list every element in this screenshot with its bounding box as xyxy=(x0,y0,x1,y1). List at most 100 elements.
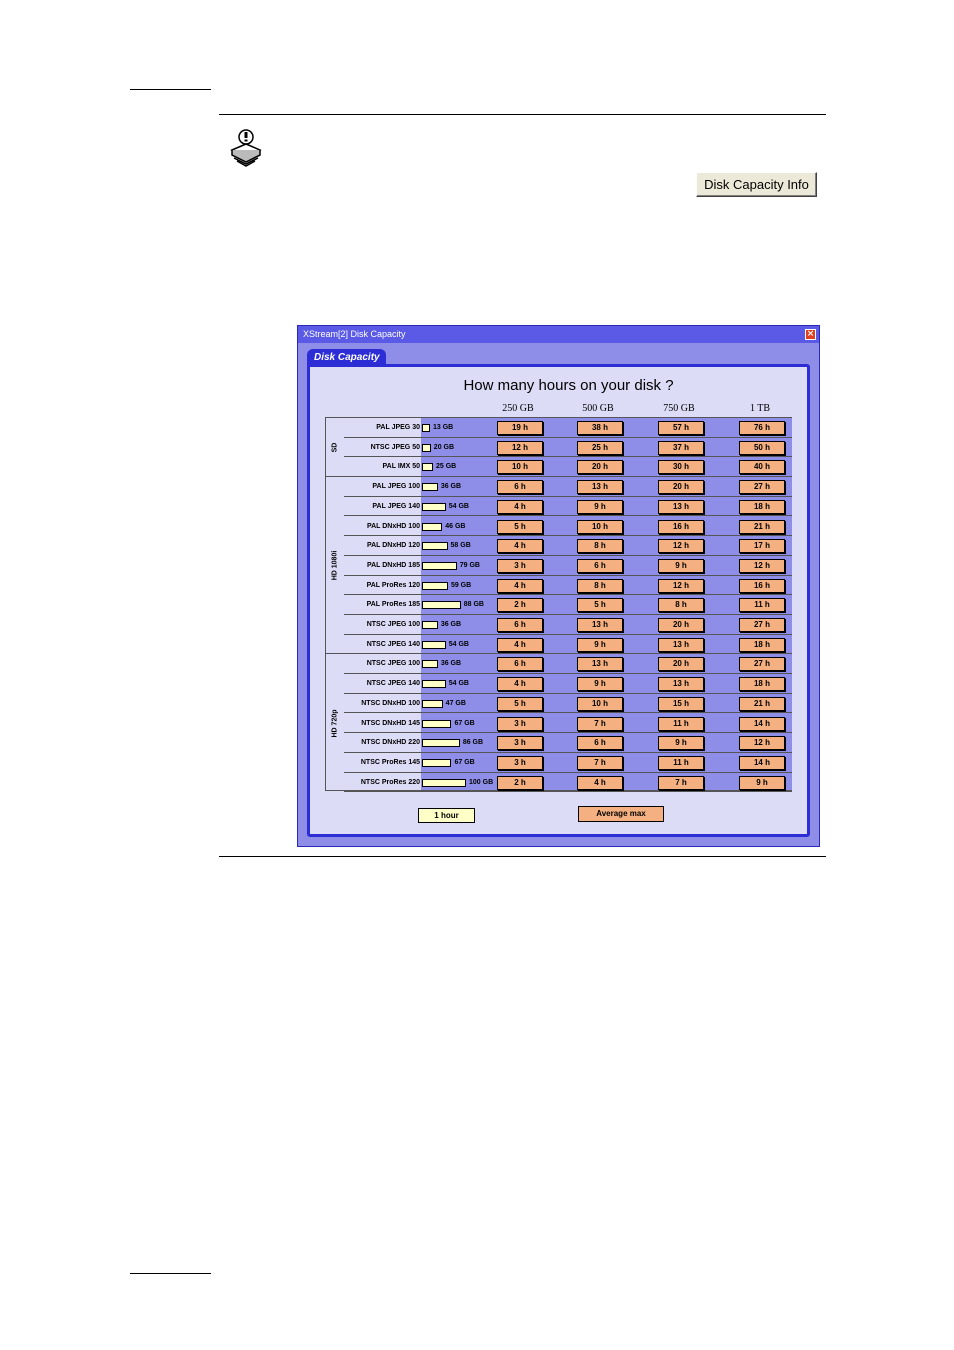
column-header-750gb: 750 GB xyxy=(663,403,695,414)
table-row: PAL DNxHD 100 46 GB 5 h 10 h 16 h 21 h xyxy=(344,517,792,537)
size-label: 25 GB xyxy=(436,463,457,471)
hours-cell: 18 h xyxy=(739,499,785,514)
size-bar xyxy=(422,443,431,452)
hours-cell: 50 h xyxy=(739,440,785,455)
size-label: 47 GB xyxy=(445,699,466,707)
hours-cell: 8 h xyxy=(577,539,623,554)
hours-cell: 13 h xyxy=(658,499,704,514)
size-bar xyxy=(422,621,438,629)
column-header-1tb: 1 TB xyxy=(749,403,771,414)
size-bar xyxy=(422,660,438,669)
note-icon xyxy=(230,129,262,167)
format-label: NTSC DNxHD 220 xyxy=(361,739,420,747)
footer-rule xyxy=(130,1273,211,1274)
size-label: 20 GB xyxy=(433,443,455,451)
size-label: 86 GB xyxy=(462,739,484,747)
disk-capacity-info-button[interactable]: Disk Capacity Info xyxy=(696,172,817,197)
hours-cell: 13 h xyxy=(658,637,704,652)
hours-cell: 4 h xyxy=(497,637,543,652)
group-label-text: HD 720p xyxy=(331,709,339,738)
hours-cell: 38 h xyxy=(577,421,623,435)
hours-cell: 21 h xyxy=(739,519,785,534)
hours-cell: 2 h xyxy=(497,598,543,613)
hours-cell: 13 h xyxy=(577,657,623,672)
hours-cell: 12 h xyxy=(658,539,704,554)
size-bar xyxy=(422,424,430,432)
format-label: PAL JPEG 100 xyxy=(372,483,420,491)
hours-cell: 11 h xyxy=(739,598,785,613)
hours-cell: 21 h xyxy=(739,696,785,711)
group-label: SD xyxy=(326,418,344,477)
format-label: PAL JPEG 30 xyxy=(376,424,420,431)
size-label: 79 GB xyxy=(459,561,480,569)
format-label: PAL JPEG 140 xyxy=(372,502,420,510)
hours-cell: 20 h xyxy=(658,657,704,672)
hours-cell: 3 h xyxy=(497,716,543,731)
group-label-text: SD xyxy=(331,442,339,453)
hours-cell: 4 h xyxy=(497,677,543,692)
hours-cell: 7 h xyxy=(577,716,623,731)
hours-cell: 3 h xyxy=(497,755,543,770)
legend-one-hour: 1 hour xyxy=(418,808,475,823)
size-label: 36 GB xyxy=(440,660,462,668)
hours-cell: 5 h xyxy=(497,696,543,711)
format-label: PAL IMX 50 xyxy=(382,463,420,471)
table-row: PAL DNxHD 185 79 GB 3 h 6 h 9 h 12 h xyxy=(344,556,792,576)
hours-cell: 6 h xyxy=(577,736,623,751)
document-page: Disk Capacity Info XStream[2] Disk Capac… xyxy=(0,0,954,1350)
table-row: NTSC ProRes 145 67 GB 3 h 7 h 11 h 14 h xyxy=(344,753,792,773)
table-row: NTSC JPEG 100 36 GB 6 h 13 h 20 h 27 h xyxy=(344,654,792,675)
table-row: NTSC JPEG 140 54 GB 4 h 9 h 13 h 18 h xyxy=(344,635,792,655)
hours-cell: 14 h xyxy=(739,755,785,770)
hours-cell: 17 h xyxy=(739,539,785,554)
hours-cell: 7 h xyxy=(658,775,704,790)
format-label: NTSC JPEG 140 xyxy=(366,680,420,688)
size-label: 67 GB xyxy=(454,719,475,727)
hours-cell: 8 h xyxy=(577,578,623,593)
format-label: NTSC ProRes 220 xyxy=(360,778,420,786)
table-row: PAL DNxHD 120 58 GB 4 h 8 h 12 h 17 h xyxy=(344,536,792,556)
close-icon[interactable]: × xyxy=(805,329,816,340)
size-bar xyxy=(422,758,452,767)
format-label: PAL ProRes 185 xyxy=(366,601,420,609)
hours-cell: 9 h xyxy=(658,558,704,573)
hours-cell: 40 h xyxy=(739,460,785,475)
format-label: NTSC ProRes 145 xyxy=(360,758,420,766)
size-bar xyxy=(422,601,461,610)
hours-cell: 16 h xyxy=(739,578,785,593)
hours-cell: 6 h xyxy=(497,657,543,672)
hours-cell: 37 h xyxy=(658,440,704,455)
hours-cell: 27 h xyxy=(739,657,785,672)
hours-cell: 7 h xyxy=(577,755,623,770)
format-label: NTSC JPEG 100 xyxy=(366,660,420,668)
hours-cell: 9 h xyxy=(739,775,785,790)
hours-cell: 13 h xyxy=(658,677,704,692)
size-label: 36 GB xyxy=(440,483,462,491)
table-row: PAL IMX 50 25 GB 10 h 20 h 30 h 40 h xyxy=(344,457,792,478)
hours-cell: 20 h xyxy=(658,480,704,495)
table-row: PAL JPEG 100 36 GB 6 h 13 h 20 h 27 h xyxy=(344,477,792,497)
hours-cell: 4 h xyxy=(577,775,623,790)
format-label: NTSC DNxHD 145 xyxy=(361,719,420,727)
hours-cell: 27 h xyxy=(739,618,785,632)
table-row: NTSC JPEG 140 54 GB 4 h 9 h 13 h 18 h xyxy=(344,674,792,694)
size-label: 46 GB xyxy=(445,522,466,530)
hours-cell: 25 h xyxy=(577,440,623,455)
size-label: 13 GB xyxy=(433,424,454,431)
size-bar xyxy=(422,542,448,551)
panel-heading: How many hours on your disk ? xyxy=(463,377,674,394)
hours-cell: 9 h xyxy=(577,637,623,652)
hours-cell: 20 h xyxy=(577,460,623,475)
hours-cell: 10 h xyxy=(577,696,623,711)
size-bar xyxy=(422,699,443,708)
header-rule xyxy=(130,89,211,90)
table-row: PAL ProRes 185 88 GB 2 h 5 h 8 h 11 h xyxy=(344,595,792,615)
hours-cell: 19 h xyxy=(497,421,543,435)
table-row: NTSC DNxHD 145 67 GB 3 h 7 h 11 h 14 h xyxy=(344,714,792,734)
size-label: 88 GB xyxy=(463,601,484,609)
hours-cell: 12 h xyxy=(658,578,704,593)
hours-cell: 76 h xyxy=(739,421,785,435)
capacity-table: SD PAL JPEG 30 13 GB 19 h 38 h 57 h 76 h NTSC J… xyxy=(325,417,792,793)
column-header-500gb: 500 GB xyxy=(582,403,614,414)
hours-cell: 6 h xyxy=(577,558,623,573)
